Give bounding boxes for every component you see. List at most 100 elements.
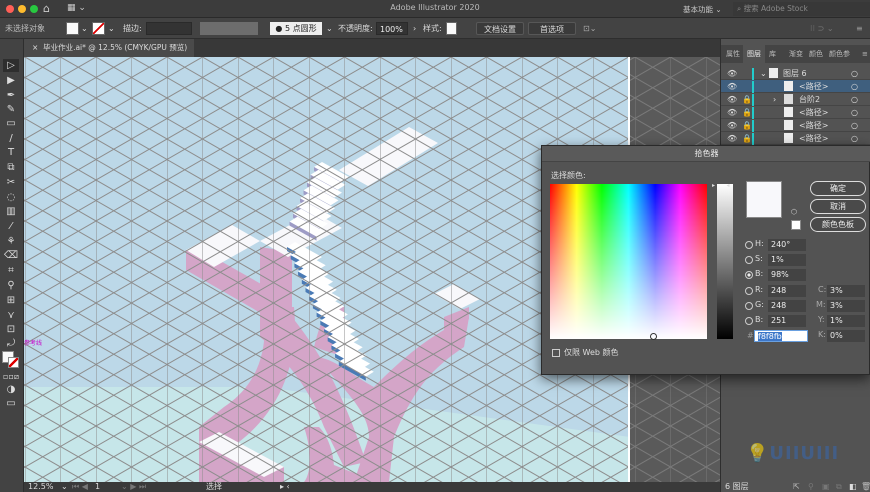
stroke-color-box[interactable] (8, 357, 19, 368)
lock-icon[interactable]: 🔒 (742, 106, 752, 119)
workspace-switcher[interactable]: 基本功能 ⌄ (683, 4, 722, 15)
eraser-tool-icon[interactable]: ⌫ (3, 249, 19, 262)
lock-icon[interactable]: 🔒 (742, 119, 752, 132)
eyedropper-tool-icon[interactable]: ⁄ (3, 220, 19, 233)
stroke-dropdown-icon[interactable]: ⌄ (108, 22, 115, 35)
workspace-layout-icon[interactable]: ▦ ⌄ (67, 3, 86, 13)
lock-icon[interactable]: 🔒 (742, 132, 752, 145)
zoom-dropdown-icon[interactable]: ⌄ (61, 482, 68, 492)
target-icon[interactable]: ○ (851, 67, 858, 80)
clipping-mask-icon[interactable]: ▣ (822, 482, 830, 492)
slider-handle-icon[interactable]: ▸ ◂ (712, 182, 729, 189)
blend-tool-icon[interactable]: ⚘ (3, 235, 19, 248)
panel-menu-icon[interactable]: ≡ (862, 45, 868, 63)
lock-icon[interactable]: 🔒 (742, 93, 752, 106)
direct-selection-tool-icon[interactable]: ▶ (3, 74, 19, 87)
rectangle-tool-icon[interactable]: ▭ (3, 117, 19, 130)
fill-dropdown-icon[interactable]: ⌄ (81, 22, 88, 35)
document-tab[interactable]: × 毕业作业.ai* @ 12.5% (CMYK/GPU 预览) (24, 39, 194, 57)
target-icon[interactable]: ○ (851, 106, 858, 119)
document-setup-button[interactable]: 文档设置 (476, 22, 524, 35)
fill-swatch[interactable] (66, 22, 79, 35)
scissors-tool-icon[interactable]: ✂ (3, 176, 19, 189)
delete-layer-icon[interactable]: 🗑 (861, 482, 870, 492)
c-input[interactable]: 3% (827, 285, 865, 297)
layer-row[interactable]: 👁 🔒 <路径> ○ (721, 119, 870, 132)
blue-radio[interactable] (745, 317, 753, 325)
paintbrush-tool-icon[interactable]: / (3, 132, 19, 145)
new-layer-icon[interactable]: ◧ (849, 482, 857, 492)
tab-color[interactable]: 颜色 (809, 45, 823, 63)
layer-row[interactable]: 👁 🔒 › 台阶2 ○ (721, 93, 870, 106)
h-input[interactable]: 240° (768, 239, 806, 251)
brush-dropdown[interactable]: ● 5 点圆形 (270, 22, 322, 35)
opacity-input[interactable]: 100% (376, 22, 408, 35)
eye-icon[interactable]: 👁 (727, 93, 737, 106)
b-radio-selected[interactable] (745, 271, 753, 279)
artboard-number[interactable]: 1 (95, 482, 100, 492)
collapse-icon[interactable]: ⌄ (760, 67, 767, 80)
shape-builder-tool-icon[interactable]: ◌ (3, 191, 19, 204)
eye-icon[interactable]: 👁 (727, 80, 737, 93)
color-mode-icon[interactable]: ▫▫⧄ (3, 370, 19, 383)
puppet-warp-tool-icon[interactable]: ⋎ (3, 309, 19, 322)
ok-button[interactable]: 确定 (810, 181, 866, 196)
target-icon[interactable]: ○ (851, 80, 858, 93)
brightness-slider[interactable] (717, 184, 733, 339)
g-radio[interactable] (745, 302, 753, 310)
align-icon[interactable]: ⁝⁝ ⊃ ⌄ (810, 22, 834, 35)
s-input[interactable]: 1% (768, 254, 806, 266)
home-icon[interactable]: ⌂ (43, 2, 50, 15)
new-sublayer-icon[interactable]: ⧉ (836, 482, 842, 492)
opacity-arrow-icon[interactable]: › (413, 22, 416, 35)
expand-icon[interactable]: › (773, 93, 776, 106)
cancel-button[interactable]: 取消 (810, 199, 866, 214)
h-radio[interactable] (745, 241, 753, 249)
next-artboard-icon[interactable]: ⌄ ▶ ⏭ (121, 482, 146, 492)
layer-row[interactable]: 👁 🔒 <路径> ○ (721, 106, 870, 119)
tab-layers[interactable]: 图层 (743, 45, 765, 63)
zoom-level[interactable]: 12.5% (28, 482, 53, 492)
target-icon[interactable]: ○ (851, 132, 858, 145)
brush-dropdown-icon[interactable]: ⌄ (326, 22, 333, 35)
type-tool-icon[interactable]: T (3, 146, 19, 159)
m-input[interactable]: 3% (827, 300, 865, 312)
export-icon[interactable]: ⇱ (793, 482, 800, 492)
maximize-window-button[interactable] (30, 5, 38, 13)
gradient-tool-icon[interactable]: ▥ (3, 205, 19, 218)
close-tab-icon[interactable]: × (32, 43, 38, 52)
artboard-tool-icon[interactable]: ⊞ (3, 294, 19, 307)
scale-tool-icon[interactable]: ⧉ (3, 161, 19, 174)
eye-icon[interactable]: 👁 (727, 119, 737, 132)
eye-icon[interactable]: 👁 (727, 132, 737, 145)
artboard-canvas[interactable]: 参考线 (24, 57, 630, 482)
color-field[interactable] (550, 184, 707, 340)
eye-icon[interactable]: 👁 (727, 67, 737, 80)
r-radio[interactable] (745, 287, 753, 295)
color-field-cursor[interactable] (650, 333, 657, 340)
tab-libraries[interactable]: 库 (769, 45, 776, 63)
target-icon[interactable]: ○ (851, 119, 858, 132)
stroke-weight-input[interactable] (146, 22, 192, 35)
perspective-tool-icon[interactable]: ⊡ (3, 323, 19, 336)
style-swatch[interactable] (446, 22, 457, 35)
web-safe-swatch[interactable] (791, 220, 801, 230)
close-window-button[interactable] (6, 5, 14, 13)
k-input[interactable]: 0% (827, 330, 865, 342)
tab-properties[interactable]: 属性 (726, 45, 740, 63)
target-icon[interactable]: ○ (851, 93, 858, 106)
tab-gradient[interactable]: 渐变 (789, 45, 803, 63)
arrange-icon[interactable]: ⊡⌄ (583, 22, 596, 35)
y-input[interactable]: 1% (827, 315, 865, 327)
hex-input[interactable]: f8f8fb (754, 330, 808, 342)
minimize-window-button[interactable] (18, 5, 26, 13)
stroke-swatch[interactable] (92, 22, 105, 35)
g-input[interactable]: 248 (768, 300, 806, 312)
layer-row[interactable]: 👁 🔒 <路径> ○ (721, 132, 870, 145)
status-menu-icon[interactable]: ▸ ‹ (280, 482, 290, 492)
swap-fill-stroke-icon[interactable]: ⤾ (3, 337, 19, 350)
b-input[interactable]: 98% (768, 269, 806, 281)
stock-search-input[interactable]: ⌕ 搜索 Adobe Stock (733, 2, 870, 16)
tab-color-guide[interactable]: 颜色参 (829, 45, 850, 63)
locate-object-icon[interactable]: ⚲ (808, 482, 814, 492)
